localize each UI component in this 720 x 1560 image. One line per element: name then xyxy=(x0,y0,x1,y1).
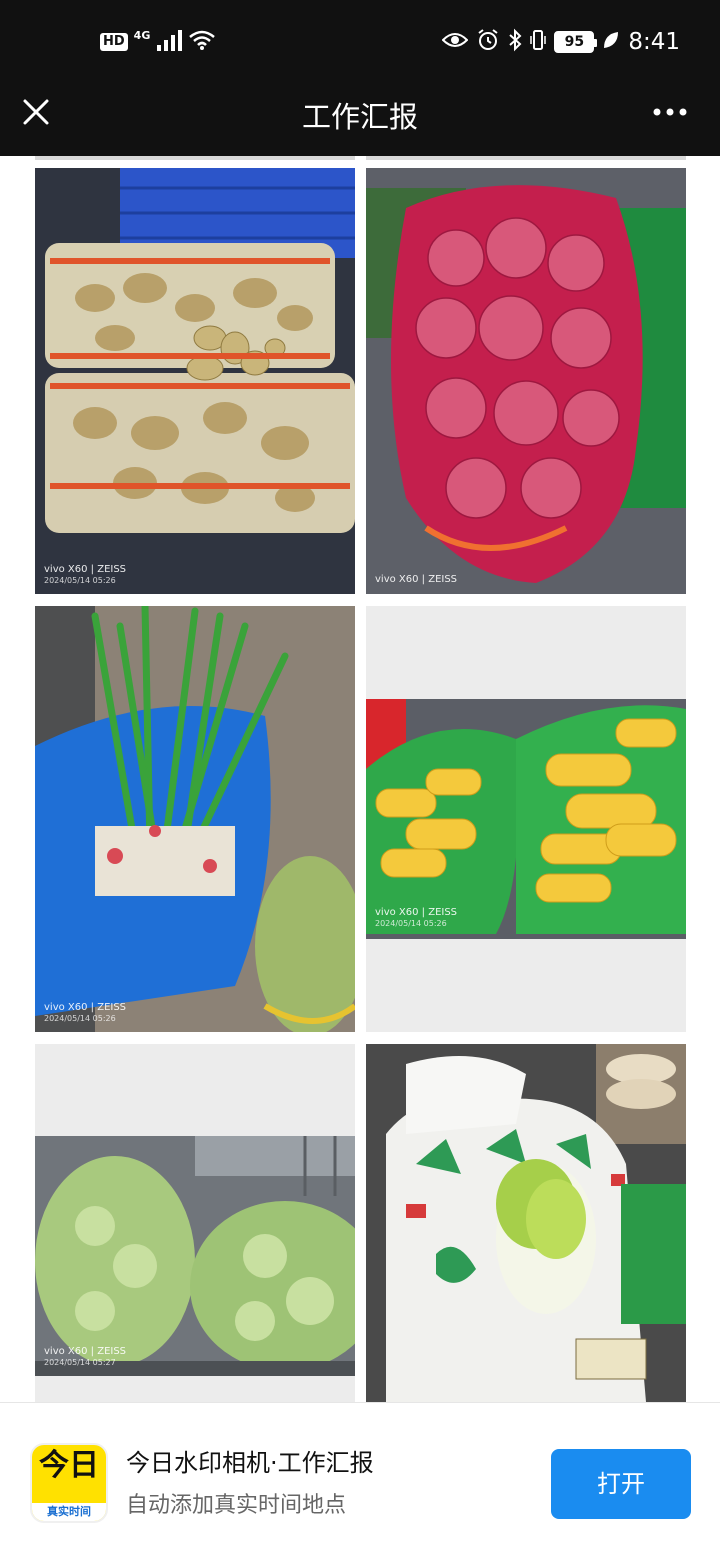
watermark-brand: vivo X60 | ZEISS xyxy=(375,573,458,585)
bluetooth-icon xyxy=(508,28,522,56)
corn-image xyxy=(366,699,686,939)
status-bar: HD 4G 95 8:41 xyxy=(0,0,720,84)
battery-level: 95 xyxy=(564,34,585,50)
app-icon-text: 今日 xyxy=(39,1448,99,1483)
alarm-icon xyxy=(476,28,500,56)
signal-icon xyxy=(156,29,183,55)
battery-icon: 95 xyxy=(554,31,598,53)
watermark-timestamp: 2024/05/14 05:26 xyxy=(375,919,447,928)
wifi-icon xyxy=(188,29,216,55)
photo-cabbage[interactable] xyxy=(366,1044,686,1402)
watermark-timestamp: 2024/05/14 05:27 xyxy=(44,1358,116,1367)
photo-grid: vivo X60 | ZEISS 2024/05/14 05:26 vivo X… xyxy=(0,156,720,1402)
vibrate-icon xyxy=(530,28,547,56)
status-right: 95 8:41 xyxy=(441,24,680,60)
photo-green-onions[interactable]: vivo X60 | ZEISS 2024/05/14 05:26 xyxy=(35,606,355,1032)
onions-image xyxy=(366,168,686,594)
cabbage-image xyxy=(366,1044,686,1402)
app-logo-icon[interactable]: 今日 真实时间 xyxy=(30,1443,108,1523)
watermark-brand: vivo X60 | ZEISS xyxy=(44,1001,127,1013)
network-type: 4G xyxy=(133,29,151,42)
photo-watermark: vivo X60 | ZEISS xyxy=(375,574,457,587)
clock-time: 8:41 xyxy=(628,29,680,55)
title-bar: 工作汇报 xyxy=(0,84,720,156)
banner-title: 今日水印相机·工作汇报 xyxy=(126,1449,374,1477)
photo-corn[interactable]: vivo X60 | ZEISS 2024/05/14 05:26 xyxy=(366,606,686,1032)
photo-onions[interactable]: vivo X60 | ZEISS xyxy=(366,168,686,594)
lettuce-image xyxy=(35,1136,355,1376)
potatoes-image xyxy=(35,168,355,594)
app-icon-caption: 真实时间 xyxy=(32,1503,106,1521)
previous-photo-edge xyxy=(35,156,355,160)
watermark-timestamp: 2024/05/14 05:26 xyxy=(44,576,116,585)
more-button[interactable] xyxy=(648,94,692,130)
photo-lettuce[interactable]: vivo X60 | ZEISS 2024/05/14 05:27 xyxy=(35,1044,355,1402)
watermark-timestamp: 2024/05/14 05:26 xyxy=(44,1014,116,1023)
more-dots-icon xyxy=(653,108,687,116)
previous-photo-edge xyxy=(366,156,686,160)
leaf-icon xyxy=(602,30,620,54)
watermark-brand: vivo X60 | ZEISS xyxy=(375,906,458,918)
page-title: 工作汇报 xyxy=(301,100,418,134)
eye-icon xyxy=(441,30,469,54)
open-app-button[interactable]: 打开 xyxy=(551,1449,691,1519)
photo-watermark: vivo X60 | ZEISS 2024/05/14 05:26 xyxy=(44,1002,126,1025)
hd-badge: HD xyxy=(100,33,128,51)
banner-subtitle: 自动添加真实时间地点 xyxy=(126,1493,347,1518)
status-left: HD 4G xyxy=(100,26,216,58)
photo-watermark: vivo X60 | ZEISS 2024/05/14 05:27 xyxy=(44,1346,126,1369)
watermark-brand: vivo X60 | ZEISS xyxy=(44,1345,127,1357)
photo-watermark: vivo X60 | ZEISS 2024/05/14 05:26 xyxy=(44,564,126,587)
app-promo-banner: 今日 真实时间 今日水印相机·工作汇报 自动添加真实时间地点 打开 xyxy=(0,1402,720,1560)
green-onions-image xyxy=(35,606,355,1032)
photo-potatoes[interactable]: vivo X60 | ZEISS 2024/05/14 05:26 xyxy=(35,168,355,594)
photo-watermark: vivo X60 | ZEISS 2024/05/14 05:26 xyxy=(375,907,457,930)
watermark-brand: vivo X60 | ZEISS xyxy=(44,563,127,575)
